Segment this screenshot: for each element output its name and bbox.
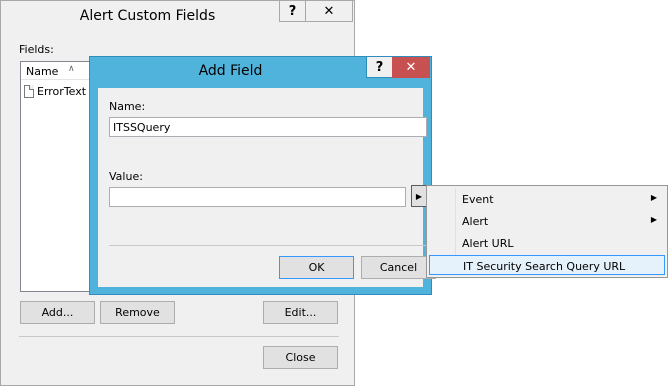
column-header-name[interactable]: Name ∧ [21,62,91,80]
dialog-title: Add Field [198,63,263,79]
add-field-dialog: Add Field ? ✕ Name: Value: ▶ OK Cancel [89,56,436,295]
insert-variable-button[interactable]: ▶ [411,185,427,207]
menu-item-it-security-search-query-url[interactable]: IT Security Search Query URL [429,255,665,275]
menu-item-label: Alert URL [462,237,514,250]
fields-label: Fields: [19,43,54,56]
close-window-button[interactable]: ✕ [392,57,430,78]
close-button[interactable]: Close [263,346,338,369]
name-input[interactable] [109,117,427,137]
column-header-label: Name [26,65,59,78]
add-button[interactable]: Add... [20,301,95,324]
menu-item-label: IT Security Search Query URL [463,260,626,273]
titlebar: Alert Custom Fields ? ✕ [1,1,354,32]
menu-item-label: Alert [462,215,489,228]
cancel-button[interactable]: Cancel [361,256,436,279]
play-arrow-icon: ▶ [415,191,423,201]
name-label: Name: [109,100,146,113]
edit-button[interactable]: Edit... [263,301,338,324]
chevron-right-icon: ▶ [650,193,657,202]
menu-item-alert-url[interactable]: Alert URL [429,233,665,253]
help-button[interactable]: ? [279,1,306,22]
menu-item-alert[interactable]: Alert ▶ [429,211,665,231]
divider [109,245,427,246]
chevron-right-icon: ▶ [650,215,657,224]
dialog-body: Name: Value: ▶ OK Cancel [98,88,436,287]
remove-button[interactable]: Remove [100,301,175,324]
document-icon [24,84,34,98]
list-item-label: ErrorText [37,84,87,98]
sort-ascending-icon: ∧ [68,64,75,74]
menu-item-label: Event [462,193,494,206]
dialog-title: Alert Custom Fields [79,8,216,24]
value-label: Value: [109,170,143,183]
value-input[interactable] [109,187,406,207]
menu-item-event[interactable]: Event ▶ [429,189,665,209]
insert-variable-menu: Event ▶ Alert ▶ Alert URL IT Security Se… [426,185,668,278]
close-window-button[interactable]: ✕ [305,1,353,22]
help-button[interactable]: ? [366,57,393,78]
divider [19,336,339,337]
list-item[interactable]: ErrorText [24,83,86,99]
ok-button[interactable]: OK [279,256,354,279]
